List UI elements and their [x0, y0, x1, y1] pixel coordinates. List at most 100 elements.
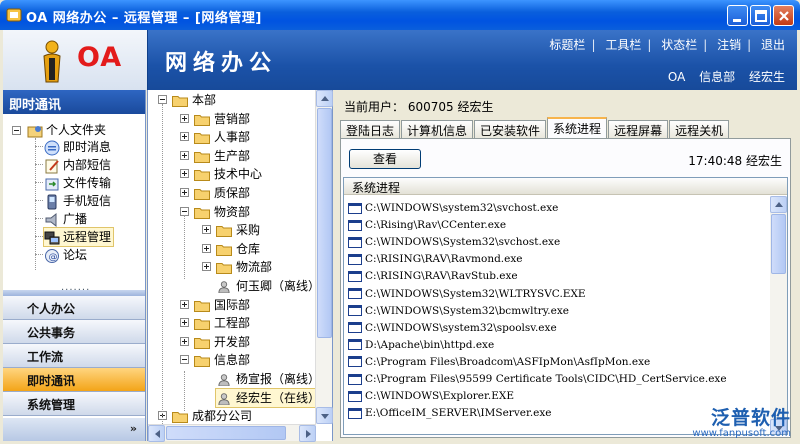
- org-node-tech-center-toggle[interactable]: [180, 169, 189, 178]
- tab-system-processes[interactable]: 系统进程: [547, 117, 608, 138]
- scroll-down-button[interactable]: [316, 407, 333, 424]
- process-list-vscroll[interactable]: [770, 196, 787, 434]
- org-node-info-dept[interactable]: 信息部: [194, 351, 250, 369]
- process-row[interactable]: C:\WINDOWS\System32\svchost.exe: [348, 234, 560, 251]
- org-person-jing[interactable]: 经宏生（在线）: [214, 388, 316, 408]
- content-panel: 当前用户： 600705 经宏生 登陆日志 计算机信息 已安装软件 系统进程 远程屏幕远…: [334, 90, 797, 441]
- org-node-development[interactable]: 开发部: [194, 333, 250, 351]
- accordion-system-management[interactable]: 系统管理: [3, 392, 145, 416]
- tree-item-file-transfer[interactable]: 文件传输: [44, 174, 111, 192]
- org-node-engineering-toggle[interactable]: [180, 318, 189, 327]
- org-node-international-toggle[interactable]: [180, 300, 189, 309]
- accordion-public-affairs[interactable]: 公共事务: [3, 320, 145, 344]
- org-node-hr-toggle[interactable]: [180, 132, 189, 141]
- tree-item-broadcast[interactable]: 广播: [44, 210, 87, 228]
- scroll-up-button[interactable]: [316, 90, 333, 107]
- file-transfer-icon: [45, 178, 59, 190]
- org-node-warehouse-toggle[interactable]: [202, 244, 211, 253]
- tab-remote-shutdown[interactable]: 远程关机: [669, 120, 730, 138]
- org-node-qa-toggle[interactable]: [180, 188, 189, 197]
- title-bar[interactable]: OA 网络办公 – 远程管理 – [网络管理]: [0, 0, 800, 30]
- close-button[interactable]: [773, 5, 794, 26]
- folder-icon: [194, 300, 210, 312]
- person-icon: [218, 280, 230, 293]
- org-node-marketing[interactable]: 营销部: [194, 110, 250, 128]
- org-node-root-toggle[interactable]: [158, 95, 167, 104]
- list-scroll-up-button[interactable]: [770, 196, 787, 213]
- accordion-personal-office[interactable]: 个人办公: [3, 296, 145, 320]
- org-node-hr[interactable]: 人事部: [194, 128, 250, 146]
- remote-computers-icon: [44, 231, 60, 244]
- process-row[interactable]: D:\Apache\bin\httpd.exe: [348, 337, 494, 354]
- org-node-logistics-toggle[interactable]: [202, 262, 211, 271]
- process-row[interactable]: C:\Program Files\95599 Certificate Tools…: [348, 371, 727, 388]
- process-row[interactable]: C:\WINDOWS\System32\bcmwltry.exe: [348, 303, 569, 320]
- collapse-toggle[interactable]: [12, 126, 21, 135]
- user-info: OA 信息部 经宏生: [658, 68, 785, 85]
- process-row[interactable]: C:\RISING\RAV\Ravmond.exe: [348, 251, 523, 268]
- process-row[interactable]: C:\WINDOWS\System32\WLTRYSVC.EXE: [348, 286, 586, 303]
- nav-logout[interactable]: 注销: [717, 36, 741, 53]
- process-row[interactable]: C:\Rising\Rav\CCenter.exe: [348, 217, 506, 234]
- org-node-purchasing[interactable]: 采购: [216, 221, 260, 239]
- org-node-materials[interactable]: 物资部: [194, 203, 250, 221]
- org-node-tech-center[interactable]: 技术中心: [194, 165, 262, 183]
- tree-item-mobile-sms[interactable]: 手机短信: [44, 192, 111, 210]
- column-header-process[interactable]: 系统进程: [344, 178, 787, 195]
- tree-item-internal-sms[interactable]: 内部短信: [44, 156, 111, 174]
- window-app-icon: [348, 356, 362, 368]
- org-node-warehouse[interactable]: 仓库: [216, 240, 260, 258]
- process-row[interactable]: C:\WINDOWS\Explorer.EXE: [348, 388, 514, 405]
- org-tree-vscroll[interactable]: [315, 90, 333, 424]
- scroll-right-button[interactable]: [299, 425, 316, 442]
- folder-icon: [194, 318, 210, 330]
- org-node-marketing-toggle[interactable]: [180, 114, 189, 123]
- user-dept: 信息部: [699, 70, 736, 84]
- minimize-button[interactable]: [727, 5, 748, 26]
- org-node-engineering[interactable]: 工程部: [194, 314, 250, 332]
- nav-titlebar[interactable]: 标题栏: [549, 36, 585, 53]
- org-node-international[interactable]: 国际部: [194, 296, 250, 314]
- tab-remote-screen[interactable]: 远程屏幕: [608, 120, 669, 138]
- org-node-root[interactable]: 本部: [172, 91, 216, 109]
- list-scroll-thumb[interactable]: [771, 214, 786, 274]
- org-node-development-toggle[interactable]: [180, 337, 189, 346]
- process-row[interactable]: C:\WINDOWS\system32\svchost.exe: [348, 200, 558, 217]
- nav-statusbar[interactable]: 状态栏: [661, 36, 697, 53]
- process-row[interactable]: E:\OfficeIM_SERVER\IMServer.exe: [348, 405, 552, 422]
- process-list[interactable]: 系统进程 C:\WINDOWS\system32\svchost.exe C:\R…: [343, 177, 788, 435]
- org-node-info-dept-toggle[interactable]: [180, 355, 189, 364]
- scroll-thumb[interactable]: [317, 108, 332, 338]
- process-row[interactable]: C:\WINDOWS\system32\spoolsv.exe: [348, 320, 557, 337]
- org-person-he[interactable]: 何玉卿（离线）: [216, 277, 316, 295]
- view-button[interactable]: 查看: [349, 149, 421, 169]
- org-node-production[interactable]: 生产部: [194, 147, 250, 165]
- hscroll-thumb[interactable]: [166, 426, 286, 440]
- close-icon: [779, 11, 789, 21]
- tree-item-remote-management[interactable]: 远程管理: [42, 227, 115, 247]
- process-row[interactable]: C:\RISING\RAV\RavStub.exe: [348, 268, 518, 285]
- nav-exit[interactable]: 退出: [761, 36, 785, 53]
- org-node-production-toggle[interactable]: [180, 151, 189, 160]
- org-person-yang[interactable]: 杨宣报（离线）: [216, 370, 316, 388]
- org-node-purchasing-toggle[interactable]: [202, 225, 211, 234]
- tab-installed-software[interactable]: 已安装软件: [474, 120, 547, 138]
- org-tree-hscroll[interactable]: [148, 424, 316, 442]
- accordion-instant-messaging[interactable]: 即时通讯: [3, 368, 145, 392]
- app-icon: [6, 8, 22, 22]
- nav-toolbar[interactable]: 工具栏: [605, 36, 641, 53]
- tree-item-forum[interactable]: @ 论坛: [44, 246, 87, 264]
- accordion-workflow[interactable]: 工作流: [3, 344, 145, 368]
- tree-item-instant-message[interactable]: 即时消息: [44, 138, 111, 156]
- tab-computer-info[interactable]: 计算机信息: [401, 120, 474, 138]
- org-node-qa[interactable]: 质保部: [194, 184, 250, 202]
- org-node-logistics[interactable]: 物流部: [216, 258, 272, 276]
- folder-icon: [194, 114, 210, 126]
- maximize-button[interactable]: [750, 5, 771, 26]
- process-row[interactable]: C:\Program Files\Broadcom\ASFIpMon\AsfIp…: [348, 354, 650, 371]
- scroll-left-button[interactable]: [148, 425, 165, 442]
- tab-login-log[interactable]: 登陆日志: [340, 120, 401, 138]
- folder-icon: [216, 262, 232, 274]
- tree-root[interactable]: 个人文件夹: [27, 121, 106, 139]
- accordion-more[interactable]: »: [3, 418, 145, 441]
